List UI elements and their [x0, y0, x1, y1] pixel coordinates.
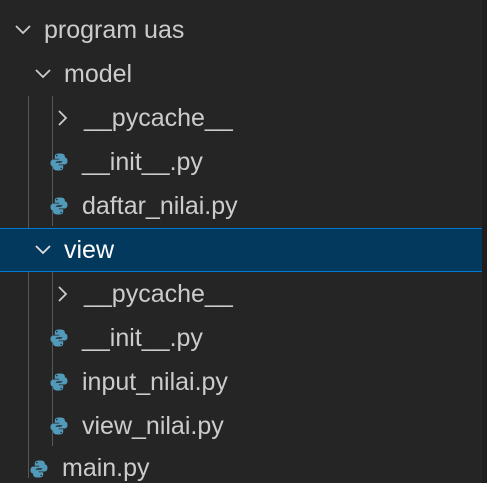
file-label: input_nilai.py	[82, 367, 228, 396]
chevron-down-icon	[30, 237, 56, 263]
scrollbar-track[interactable]	[482, 0, 487, 483]
python-file-icon	[46, 193, 72, 219]
python-file-icon	[46, 325, 72, 351]
folder-pycache[interactable]: __pycache__	[0, 272, 482, 316]
file-main-py[interactable]: main.py	[0, 448, 482, 483]
chevron-right-icon	[50, 281, 76, 307]
folder-view[interactable]: view	[0, 228, 482, 272]
file-input-nilai-py[interactable]: input_nilai.py	[0, 360, 482, 404]
folder-label: __pycache__	[84, 279, 233, 308]
file-view-nilai-py[interactable]: view_nilai.py	[0, 404, 482, 448]
chevron-down-icon	[30, 61, 56, 87]
python-file-icon	[26, 456, 52, 482]
python-file-icon	[46, 149, 72, 175]
file-init-py[interactable]: __init__.py	[0, 316, 482, 360]
folder-label: __pycache__	[84, 103, 233, 132]
file-label: view_nilai.py	[82, 411, 224, 440]
python-file-icon	[46, 413, 72, 439]
file-explorer-tree: program uas model __pycache__ __init__.p…	[0, 0, 487, 483]
chevron-right-icon	[50, 105, 76, 131]
folder-model[interactable]: model	[0, 52, 482, 96]
chevron-down-icon	[10, 17, 36, 43]
folder-program-uas[interactable]: program uas	[0, 8, 482, 52]
python-file-icon	[46, 369, 72, 395]
file-label: daftar_nilai.py	[82, 191, 238, 220]
folder-label: program uas	[44, 15, 185, 44]
file-init-py[interactable]: __init__.py	[0, 140, 482, 184]
folder-label: model	[64, 59, 133, 88]
folder-pycache[interactable]: __pycache__	[0, 96, 482, 140]
file-label: __init__.py	[82, 323, 203, 352]
file-label: main.py	[62, 454, 150, 482]
file-label: __init__.py	[82, 147, 203, 176]
folder-label: view	[64, 235, 115, 264]
file-daftar-nilai-py[interactable]: daftar_nilai.py	[0, 184, 482, 228]
